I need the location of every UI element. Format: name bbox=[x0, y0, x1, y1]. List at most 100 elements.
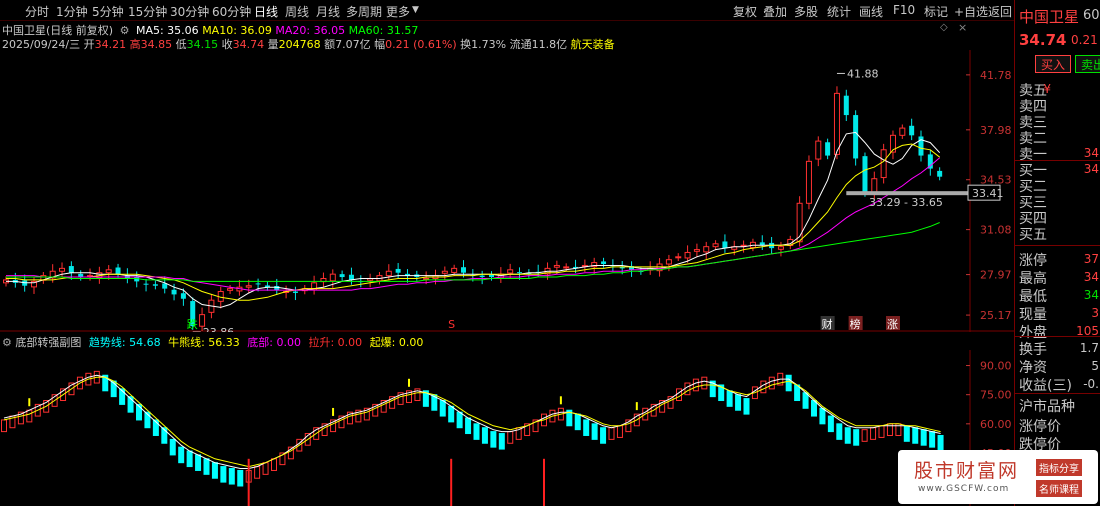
quote-panel: 中国卫星 600 34.74 0.21 买入 卖出 卖五¥卖四卖三卖二卖一34买… bbox=[1014, 0, 1100, 506]
indicator-bar bbox=[439, 400, 446, 417]
tab-1[interactable]: 1分钟 bbox=[56, 3, 88, 20]
indicator-bar bbox=[262, 462, 269, 475]
candle bbox=[777, 241, 784, 257]
candle bbox=[918, 130, 924, 162]
sub-settings-icon[interactable]: ⚙ bbox=[2, 336, 12, 349]
indicator-bar bbox=[608, 427, 615, 440]
tab-8[interactable]: 月线 bbox=[316, 3, 340, 20]
indicator-bar bbox=[802, 392, 809, 409]
event-marker[interactable]: S bbox=[448, 318, 455, 331]
candle bbox=[385, 264, 392, 281]
event-marker[interactable]: 涨 bbox=[885, 316, 900, 331]
indicator-bar bbox=[220, 466, 227, 483]
rtab-4[interactable]: 画线 bbox=[859, 3, 883, 20]
close-icon[interactable]: × bbox=[958, 21, 967, 34]
indicator-bar bbox=[870, 427, 877, 440]
stat2-value: 1.7 bbox=[1079, 341, 1099, 355]
candle bbox=[759, 235, 765, 251]
high-annotation: 41.88 bbox=[847, 67, 879, 80]
tab-2[interactable]: 5分钟 bbox=[92, 3, 124, 20]
indicator-bar bbox=[794, 384, 801, 402]
indicator-bar bbox=[861, 429, 868, 442]
price-level-line bbox=[846, 191, 970, 196]
stat-value: 37 bbox=[1083, 252, 1099, 266]
currency-icon: ¥ bbox=[1043, 82, 1051, 96]
candle bbox=[601, 257, 607, 268]
indicator-bar bbox=[726, 390, 733, 407]
tab-5[interactable]: 60分钟 bbox=[212, 3, 251, 20]
price-chart[interactable]: 41.7837.9834.5331.0827.9725.1741.8823.86… bbox=[0, 50, 1014, 332]
indicator-bar bbox=[254, 466, 261, 479]
rtab-7[interactable]: +自选 bbox=[954, 3, 988, 20]
indicator-bar bbox=[811, 400, 817, 417]
stat2-value: 5 bbox=[1091, 359, 1099, 373]
event-marker[interactable]: 榜 bbox=[848, 316, 863, 331]
indicator-bar bbox=[920, 429, 927, 446]
rtab-3[interactable]: 统计 bbox=[827, 3, 851, 20]
indicator-bar bbox=[473, 423, 480, 440]
signal-tick bbox=[408, 378, 410, 387]
indicator-bar bbox=[903, 425, 910, 442]
indicator-bar bbox=[26, 409, 33, 423]
y-tick-label: 31.08 bbox=[980, 224, 1012, 237]
svg-text:跌: 跌 bbox=[187, 317, 198, 331]
y-tick-label: 37.98 bbox=[980, 124, 1012, 137]
indicator-bar bbox=[186, 450, 193, 468]
indicator-bar bbox=[448, 405, 455, 423]
rtab-2[interactable]: 多股 bbox=[794, 3, 818, 20]
sub-y-tick-label: 60.00 bbox=[980, 418, 1012, 431]
stat-value: 34 bbox=[1083, 270, 1099, 284]
rtab-0[interactable]: 复权 bbox=[733, 3, 757, 20]
indicator-bar bbox=[735, 394, 742, 411]
rtab-5[interactable]: F10 bbox=[893, 3, 915, 17]
candle bbox=[909, 118, 915, 141]
indicator-bar bbox=[1, 419, 7, 433]
candle bbox=[31, 276, 38, 294]
indicator-bar bbox=[827, 415, 834, 433]
tab-7[interactable]: 周线 bbox=[285, 3, 309, 20]
rtab-6[interactable]: 标记 bbox=[924, 3, 948, 20]
indicator-bar bbox=[456, 411, 463, 429]
candle bbox=[880, 143, 887, 184]
indicator-bar bbox=[684, 382, 691, 396]
sell-button[interactable]: 卖出 bbox=[1075, 55, 1100, 73]
event-marker[interactable]: 财 bbox=[820, 316, 835, 331]
candle bbox=[348, 267, 354, 285]
candle bbox=[693, 243, 700, 258]
indicator-bar bbox=[203, 458, 210, 475]
rtab-8[interactable]: 返回 bbox=[988, 3, 1012, 20]
watermark-tag2: 名师课程 bbox=[1036, 480, 1082, 497]
order-book-value: 34 bbox=[1083, 162, 1099, 176]
indicator-bar bbox=[228, 468, 235, 485]
indicator-bar bbox=[211, 462, 218, 479]
tab-daily[interactable]: 日线 bbox=[254, 3, 278, 20]
stat-label: 最高 bbox=[1019, 271, 1047, 287]
indicator-bar bbox=[878, 425, 885, 438]
watermark-tag1: 指标分享 bbox=[1036, 459, 1082, 476]
tab-9[interactable]: 多周期 bbox=[346, 3, 382, 20]
event-marker[interactable]: 跌 bbox=[187, 317, 198, 331]
legend-boom: 起爆: 0.00 bbox=[369, 336, 424, 349]
candle bbox=[105, 265, 112, 280]
pin-icon[interactable]: ◇ bbox=[940, 22, 948, 33]
candle bbox=[367, 273, 374, 288]
tab-3[interactable]: 15分钟 bbox=[128, 3, 167, 20]
candle bbox=[853, 110, 859, 166]
watermark-url: www.GSCFW.com bbox=[918, 484, 1010, 494]
indicator-chart[interactable]: 90.0075.0060.0045.00 bbox=[0, 350, 1014, 506]
market-section-label: 沪市品种 bbox=[1019, 399, 1075, 415]
watermark-brand: 股市财富网 bbox=[914, 460, 1020, 482]
panel-stock-code: 600 bbox=[1083, 8, 1100, 23]
buy-button[interactable]: 买入 bbox=[1035, 55, 1071, 73]
order-book-row: 买五 bbox=[1019, 227, 1047, 243]
tab-4[interactable]: 30分钟 bbox=[170, 3, 209, 20]
tab-more[interactable]: 更多 bbox=[386, 3, 410, 20]
tab-0[interactable]: 分时 bbox=[25, 3, 49, 20]
order-book-value: 34 bbox=[1083, 146, 1099, 160]
rtab-1[interactable]: 叠加 bbox=[763, 3, 787, 20]
y-tick-label: 25.17 bbox=[980, 309, 1012, 322]
candle bbox=[40, 271, 47, 284]
chevron-down-icon[interactable]: ▼ bbox=[412, 5, 419, 15]
indicator-bar bbox=[591, 423, 598, 440]
indicator-bar bbox=[600, 427, 607, 444]
